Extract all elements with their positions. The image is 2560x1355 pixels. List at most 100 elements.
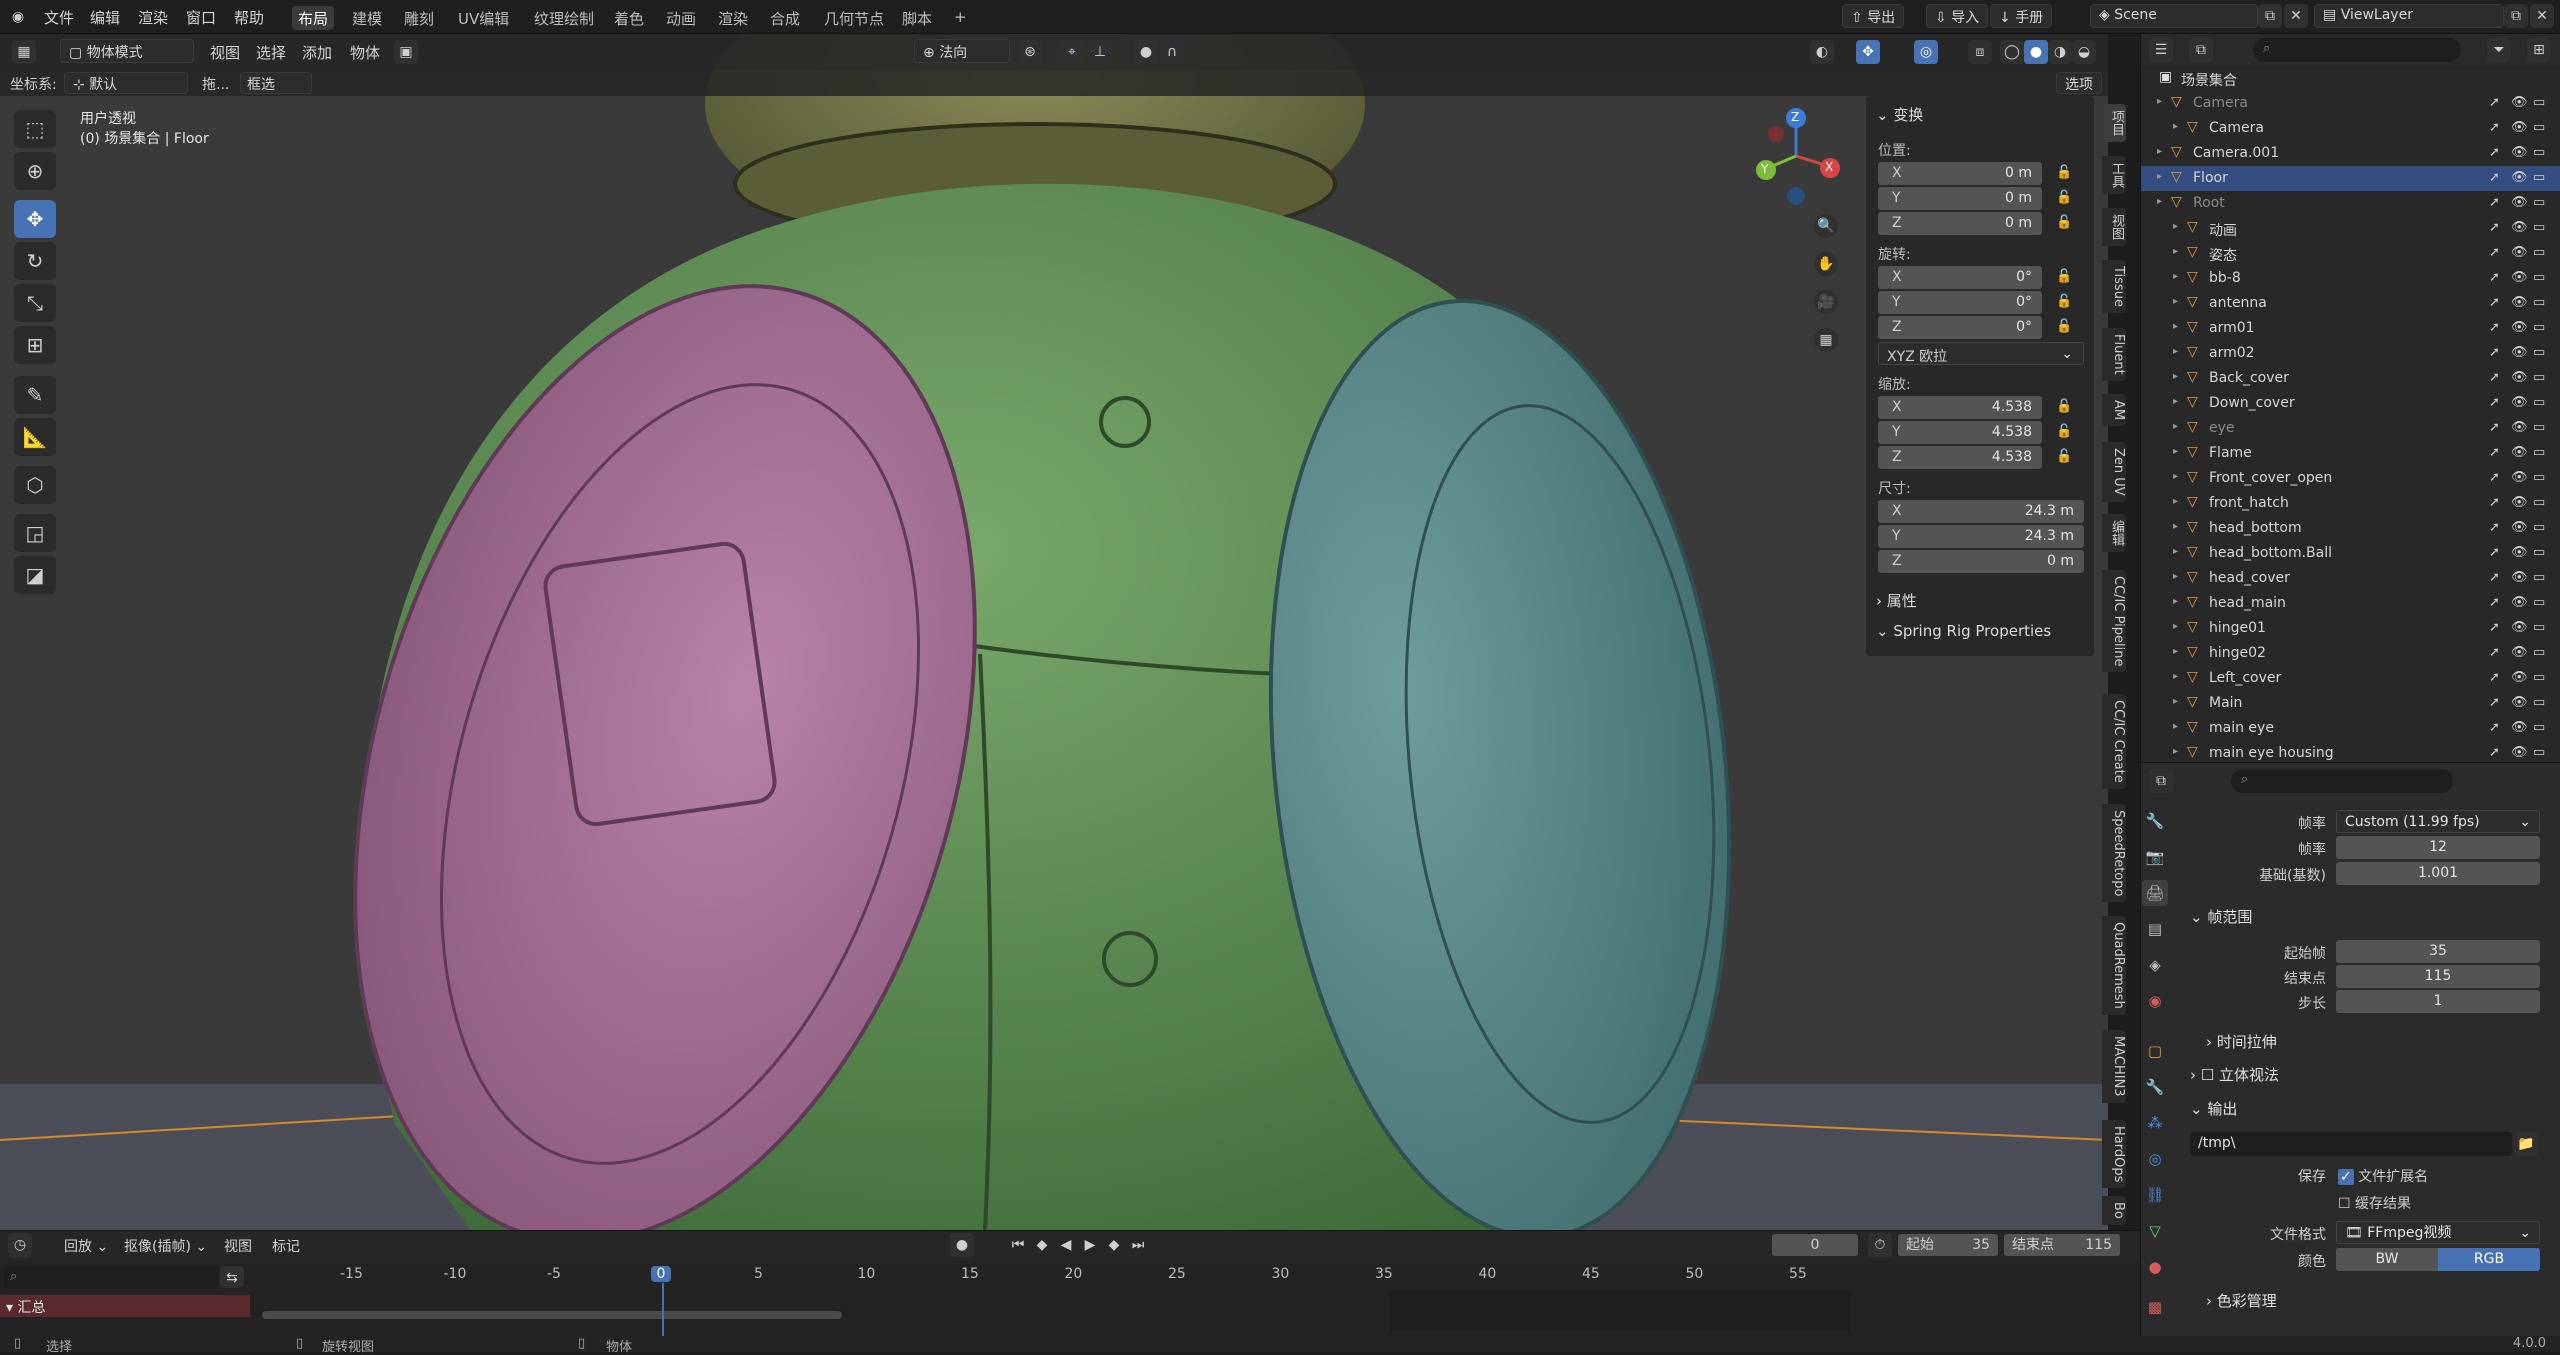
navigation-gizmo[interactable]: Z X Y bbox=[1746, 106, 1846, 206]
monitor-icon[interactable]: ▭ bbox=[2533, 370, 2545, 385]
eye-icon[interactable]: 👁 bbox=[2511, 595, 2528, 610]
timeline-search-input[interactable]: ⌕ bbox=[4, 1267, 218, 1289]
side-tab-am[interactable]: AM bbox=[2102, 394, 2126, 427]
outliner-row[interactable]: ▸ ▽ arm02 ➚ 👁 ▭ bbox=[2141, 341, 2560, 366]
tab-texture-paint[interactable]: 纹理绘制 bbox=[528, 6, 600, 30]
fps-field[interactable]: 12 bbox=[2336, 836, 2540, 859]
output-header[interactable]: ⌄ 输出 bbox=[2190, 1098, 2237, 1119]
select-arrow-icon[interactable]: ➚ bbox=[2489, 545, 2500, 560]
playhead-line[interactable] bbox=[662, 1283, 664, 1337]
eye-icon[interactable]: 👁 bbox=[2511, 120, 2528, 135]
expand-arrow-icon[interactable]: ▸ bbox=[2173, 371, 2178, 382]
eye-icon[interactable]: 👁 bbox=[2511, 495, 2528, 510]
tab-sculpt[interactable]: 雕刻 bbox=[398, 6, 440, 30]
outliner-row[interactable]: ▸ ▽ Front_cover_open ➚ 👁 ▭ bbox=[2141, 466, 2560, 491]
select-arrow-icon[interactable]: ➚ bbox=[2489, 295, 2500, 310]
file-extension-checkbox[interactable]: ✓ 文件扩展名 bbox=[2338, 1166, 2428, 1186]
camera-view-icon[interactable]: 🎥 bbox=[1814, 290, 1838, 314]
outliner-row[interactable]: ▸ ▽ Main ➚ 👁 ▭ bbox=[2141, 691, 2560, 716]
select-arrow-icon[interactable]: ➚ bbox=[2489, 645, 2500, 660]
menu-select[interactable]: 选择 bbox=[256, 42, 286, 63]
tab-scripting[interactable]: 脚本 bbox=[896, 6, 938, 30]
base-field[interactable]: 1.001 bbox=[2336, 862, 2540, 885]
pivot-icon[interactable]: ⊛ bbox=[1018, 40, 1042, 64]
cursor-tool[interactable]: ⊕ bbox=[14, 152, 56, 190]
current-frame-field[interactable]: 0 bbox=[1772, 1234, 1858, 1256]
color-rgb-button[interactable]: RGB bbox=[2438, 1248, 2540, 1271]
snap-icon[interactable]: ⌖ bbox=[1060, 40, 1084, 64]
outliner-row[interactable]: ▸ ▽ Back_cover ➚ 👁 ▭ bbox=[2141, 366, 2560, 391]
jump-end-icon[interactable]: ⏭ bbox=[1126, 1233, 1150, 1257]
monitor-icon[interactable]: ▭ bbox=[2533, 195, 2545, 210]
options-button[interactable]: 选项 bbox=[2056, 72, 2102, 94]
3d-viewport[interactable]: ▦ ▢ 物体模式 视图 选择 添加 物体 ▣ ⊕ 法向 ⊛ ⌖ ⊥ ● ∩ ◐ … bbox=[0, 34, 2108, 1230]
constraints-tab-icon[interactable]: ⛓ bbox=[2142, 1182, 2168, 1208]
tab-modeling[interactable]: 建模 bbox=[346, 6, 388, 30]
select-arrow-icon[interactable]: ➚ bbox=[2489, 595, 2500, 610]
location-x-field[interactable]: X 0 m bbox=[1878, 162, 2042, 185]
color-management-header[interactable]: › 色彩管理 bbox=[2206, 1290, 2277, 1311]
outliner-row[interactable]: ▸ ▽ 动画 ➚ 👁 ▭ bbox=[2141, 216, 2560, 241]
menu-file[interactable]: 文件 bbox=[44, 7, 74, 28]
lock-icon[interactable]: 🔓 bbox=[2056, 190, 2072, 205]
timeline[interactable]: ◷ 回放 ⌄ 抠像(插帧) ⌄ 视图 标记 ● ⏮ ◆ ◀ ▶ ◆ ⏭ 0 ⏱ … bbox=[0, 1230, 2140, 1337]
select-arrow-icon[interactable]: ➚ bbox=[2489, 245, 2500, 260]
select-arrow-icon[interactable]: ➚ bbox=[2489, 670, 2500, 685]
location-y-field[interactable]: Y 0 m bbox=[1878, 187, 2042, 210]
eye-icon[interactable]: 👁 bbox=[2511, 95, 2528, 110]
texture-tab-icon[interactable]: ▩ bbox=[2142, 1294, 2168, 1320]
blender-logo-icon[interactable]: ◉ bbox=[6, 5, 30, 29]
eye-icon[interactable]: 👁 bbox=[2511, 320, 2528, 335]
frame-range-header[interactable]: ⌄ 帧范围 bbox=[2190, 906, 2252, 927]
rotation-mode-select[interactable]: XYZ 欧拉 ⌄ bbox=[1878, 342, 2084, 365]
xray-icon[interactable]: ⧈ bbox=[1968, 40, 1992, 64]
monitor-icon[interactable]: ▭ bbox=[2533, 395, 2545, 410]
expand-arrow-icon[interactable]: ▸ bbox=[2173, 646, 2178, 657]
delete-view-layer-icon[interactable]: ✕ bbox=[2530, 4, 2554, 28]
swap-icon[interactable]: ⇆ bbox=[220, 1266, 244, 1288]
frame-end-field[interactable]: 115 bbox=[2336, 965, 2540, 988]
expand-arrow-icon[interactable]: ▸ bbox=[2173, 496, 2178, 507]
eye-icon[interactable]: 👁 bbox=[2511, 395, 2528, 410]
scale-y-field[interactable]: Y 4.538 bbox=[1878, 421, 2042, 444]
time-stretch-header[interactable]: › 时间拉伸 bbox=[2206, 1031, 2277, 1052]
timeline-start-field[interactable]: 起始 35 bbox=[1898, 1234, 1998, 1256]
eye-icon[interactable]: 👁 bbox=[2511, 370, 2528, 385]
select-arrow-icon[interactable]: ➚ bbox=[2489, 620, 2500, 635]
lock-icon[interactable]: 🔓 bbox=[2056, 399, 2072, 414]
particles-tab-icon[interactable]: ⁂ bbox=[2142, 1110, 2168, 1136]
select-arrow-icon[interactable]: ➚ bbox=[2489, 570, 2500, 585]
record-icon[interactable]: ● bbox=[950, 1233, 974, 1257]
menu-help[interactable]: 帮助 bbox=[234, 7, 264, 28]
outliner-row[interactable]: ▸ ▽ bb-8 ➚ 👁 ▭ bbox=[2141, 266, 2560, 291]
menu-add[interactable]: 添加 bbox=[302, 42, 332, 63]
add-cube-tool[interactable]: ⬡ bbox=[14, 466, 56, 504]
solid-shading-icon[interactable]: ● bbox=[2024, 40, 2048, 64]
visibility-icon[interactable]: ◐ bbox=[1810, 40, 1834, 64]
eye-icon[interactable]: 👁 bbox=[2511, 520, 2528, 535]
preview-range-icon[interactable]: ⏱ bbox=[1868, 1233, 1892, 1257]
select-mode-selector[interactable]: 框选 bbox=[240, 72, 312, 94]
expand-arrow-icon[interactable]: ▸ bbox=[2173, 446, 2178, 457]
select-arrow-icon[interactable]: ➚ bbox=[2489, 170, 2500, 185]
eye-icon[interactable]: 👁 bbox=[2511, 645, 2528, 660]
expand-arrow-icon[interactable]: ▸ bbox=[2157, 171, 2162, 182]
tab-animation[interactable]: 动画 bbox=[660, 6, 702, 30]
expand-arrow-icon[interactable]: ▸ bbox=[2157, 96, 2162, 107]
eye-icon[interactable]: 👁 bbox=[2511, 695, 2528, 710]
move-tool[interactable]: ✥ bbox=[14, 200, 56, 238]
select-arrow-icon[interactable]: ➚ bbox=[2489, 520, 2500, 535]
eye-icon[interactable]: 👁 bbox=[2511, 145, 2528, 160]
dimensions-x-field[interactable]: X 24.3 m bbox=[1878, 500, 2084, 523]
eye-icon[interactable]: 👁 bbox=[2511, 470, 2528, 485]
next-key-icon[interactable]: ◆ bbox=[1102, 1233, 1126, 1257]
data-tab-icon[interactable]: ▽ bbox=[2142, 1218, 2168, 1244]
monitor-icon[interactable]: ▭ bbox=[2533, 320, 2545, 335]
expand-arrow-icon[interactable]: ▸ bbox=[2173, 621, 2178, 632]
expand-arrow-icon[interactable]: ▸ bbox=[2173, 346, 2178, 357]
select-arrow-icon[interactable]: ➚ bbox=[2489, 195, 2500, 210]
filter-icon[interactable]: ⏷ bbox=[2487, 38, 2511, 62]
eye-icon[interactable]: 👁 bbox=[2511, 670, 2528, 685]
output-path-field[interactable]: /tmp\ bbox=[2190, 1132, 2512, 1156]
eye-icon[interactable]: 👁 bbox=[2511, 220, 2528, 235]
